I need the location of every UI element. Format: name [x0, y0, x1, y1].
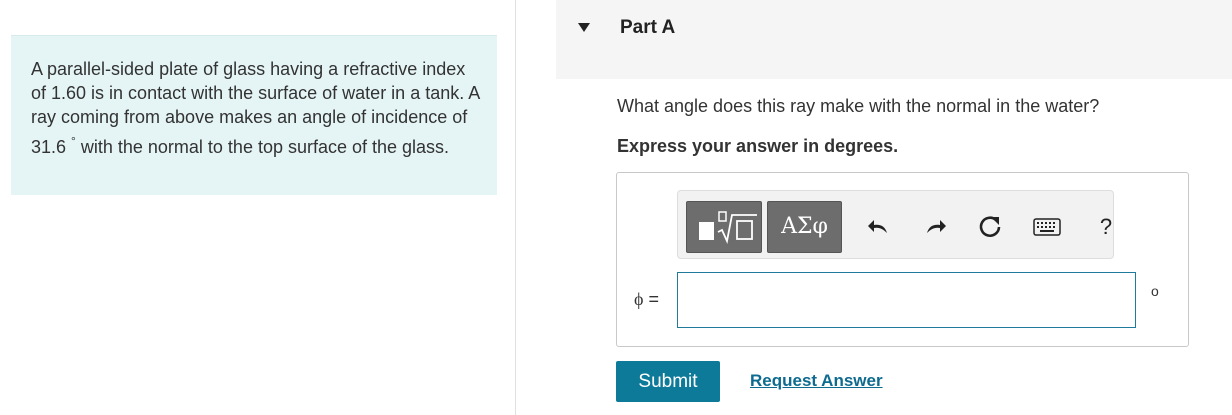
redo-icon[interactable]	[922, 213, 950, 241]
answer-input[interactable]	[677, 272, 1136, 328]
problem-text-part-2: with the normal to the top surface of th…	[75, 137, 450, 157]
question-text: What angle does this ray make with the n…	[617, 96, 1100, 116]
answer-area: ΑΣφ ? ϕ = o	[616, 172, 1189, 347]
greek-symbols-button[interactable]: ΑΣφ	[767, 201, 842, 253]
help-button[interactable]: ?	[1092, 213, 1120, 241]
problem-text: A parallel-sided plate of glass having a…	[31, 57, 481, 159]
degree-unit-label: o	[1151, 283, 1159, 299]
template-square-icon	[699, 222, 714, 240]
part-header[interactable]: Part A	[556, 0, 1232, 79]
collapse-arrow-icon[interactable]	[578, 23, 590, 32]
undo-icon[interactable]	[864, 213, 892, 241]
equals-sign: =	[643, 289, 659, 309]
math-toolbar: ΑΣφ ?	[677, 190, 1114, 259]
request-answer-link[interactable]: Request Answer	[750, 371, 883, 391]
reset-icon[interactable]	[976, 213, 1004, 241]
instruction-text: Express your answer in degrees.	[617, 136, 899, 156]
root-template-icon	[717, 211, 757, 244]
problem-statement-box: A parallel-sided plate of glass having a…	[11, 35, 497, 195]
templates-button[interactable]	[686, 201, 762, 253]
submit-button[interactable]: Submit	[616, 361, 720, 402]
answer-label: ϕ =	[634, 289, 659, 310]
problem-panel: A parallel-sided plate of glass having a…	[0, 0, 516, 415]
keyboard-icon[interactable]	[1033, 213, 1061, 241]
part-title: Part A	[620, 17, 676, 38]
